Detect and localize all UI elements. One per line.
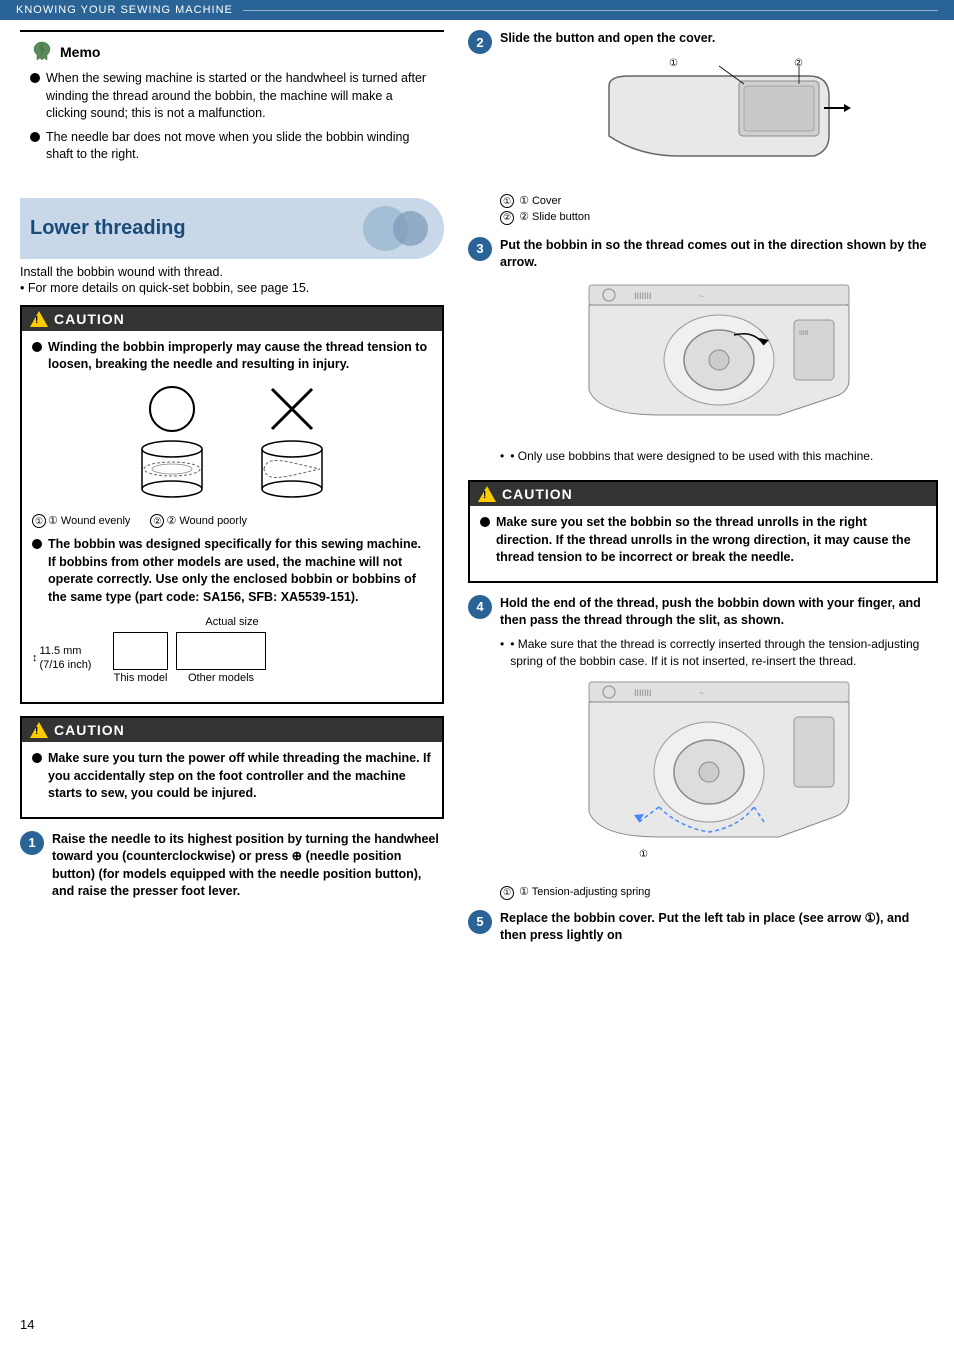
- lower-threading-title: Lower threading: [30, 217, 186, 240]
- page-number: 14: [20, 1317, 34, 1332]
- bobbin-good-drawing: [132, 434, 212, 504]
- caution2-item-1: Make sure you turn the power off while t…: [32, 750, 432, 803]
- step-4-text: Hold the end of the thread, push the bob…: [500, 596, 921, 628]
- memo-item-1: When the sewing machine is started or th…: [30, 70, 434, 123]
- install-text: Install the bobbin wound with thread.: [20, 265, 444, 279]
- caution1-list-2: The bobbin was designed specifically for…: [32, 536, 432, 606]
- bullet-2: [30, 132, 40, 142]
- step-3-circle: 3: [468, 237, 492, 261]
- label-circle-2: ②: [150, 514, 164, 528]
- step4-sub: • Make sure that the thread is correctly…: [500, 636, 938, 670]
- svg-text:IIIIIII: IIIIIII: [634, 688, 652, 698]
- step-3-text: Put the bobbin in so the thread comes ou…: [500, 238, 926, 270]
- caution3-list: Make sure you set the bobbin so the thre…: [480, 514, 926, 567]
- caution-triangle-1: [30, 311, 48, 327]
- bobbin-labels: ①① Wound evenly ②② Wound poorly: [32, 514, 432, 529]
- size-box-other-models: [176, 632, 266, 670]
- step2-slide-label: ② ② Slide button: [500, 210, 938, 225]
- caution-triangle-3: [478, 486, 496, 502]
- bobbin-bad-drawing: [252, 434, 332, 504]
- bobbin-bad-symbol: [267, 384, 317, 434]
- caution2-bullet-1: [32, 753, 42, 763]
- memo-box: Memo When the sewing machine is started …: [20, 30, 444, 180]
- bobbin-good-symbol: [147, 384, 197, 434]
- page: KNOWING YOUR SEWING MACHINE Memo: [0, 0, 954, 1348]
- lower-threading-header: Lower threading: [20, 198, 444, 259]
- svg-text:②: ②: [794, 58, 803, 69]
- install-sub: • For more details on quick-set bobbin, …: [20, 281, 444, 295]
- caution1-item-2: The bobbin was designed specifically for…: [32, 536, 432, 606]
- svg-text:IIIIIII: IIIIIII: [634, 291, 652, 301]
- caution-box-3: CAUTION Make sure you set the bobbin so …: [468, 480, 938, 583]
- memo-title: Memo: [30, 40, 434, 64]
- caution2-list: Make sure you turn the power off while t…: [32, 750, 432, 803]
- step-4-row: 4 Hold the end of the thread, push the b…: [468, 595, 938, 900]
- bobbin-bad: [252, 384, 332, 504]
- step3-sub: • Only use bobbins that were designed to…: [500, 448, 938, 465]
- step2-labels: ① ① Cover: [500, 194, 938, 209]
- step-1-row: 1 Raise the needle to its highest positi…: [20, 831, 444, 901]
- step-4-diagram: IIIIIII ~: [500, 677, 938, 877]
- step4-diagram-svg: IIIIIII ~: [579, 677, 859, 877]
- step-2-circle: 2: [468, 30, 492, 54]
- step-5-text: Replace the bobbin cover. Put the left t…: [500, 910, 938, 945]
- svg-text:IIIII: IIIII: [799, 330, 809, 337]
- size-diagram-title: Actual size: [32, 616, 432, 628]
- caution1-list: Winding the bobbin improperly may cause …: [32, 339, 432, 374]
- step-2-diagram: ① ②: [500, 56, 938, 186]
- step4-tension-label: ① ① Tension-adjusting spring: [500, 885, 938, 900]
- cover-diagram-svg: ① ②: [579, 56, 859, 186]
- caution-header-3: CAUTION: [470, 482, 936, 506]
- step-3-diagram: IIIIIII ~: [500, 280, 938, 440]
- caution-triangle-2: [30, 722, 48, 738]
- tension-spring-label: ①: [500, 886, 514, 900]
- step-5-circle: 5: [468, 910, 492, 934]
- memo-icon: [30, 40, 54, 64]
- step-1-text: Raise the needle to its highest position…: [52, 831, 444, 901]
- step2-cover-label: ①: [500, 194, 514, 208]
- right-column: 2 Slide the button and open the cover.: [460, 30, 954, 955]
- step3-diagram-svg: IIIIIII ~: [579, 280, 859, 440]
- memo-item-2: The needle bar does not move when you sl…: [30, 129, 434, 164]
- caution-box-1: CAUTION Winding the bobbin improperly ma…: [20, 305, 444, 705]
- caution1-bullet-2: [32, 539, 42, 549]
- caution-header-2: CAUTION: [22, 718, 442, 742]
- svg-text:①: ①: [639, 849, 648, 860]
- caution1-bullet-1: [32, 342, 42, 352]
- caution-header-1: CAUTION: [22, 307, 442, 331]
- size-label: ↕ 11.5 mm(7/16 inch): [32, 644, 107, 673]
- caution3-bullet-1: [480, 517, 490, 527]
- left-column: Memo When the sewing machine is started …: [0, 30, 460, 955]
- label-circle-1: ①: [32, 514, 46, 528]
- svg-text:①: ①: [669, 58, 678, 69]
- header-text: KNOWING YOUR SEWING MACHINE: [16, 4, 233, 16]
- step2-slide-btn-label: ②: [500, 211, 514, 225]
- decorative-circle-2: [393, 211, 428, 246]
- step-2-row: 2 Slide the button and open the cover.: [468, 30, 938, 225]
- this-model-label: This model: [113, 672, 168, 684]
- svg-text:~: ~: [699, 292, 704, 301]
- other-models-label: Other models: [176, 672, 266, 684]
- bobbin-diagrams: [32, 384, 432, 504]
- bullet-1: [30, 73, 40, 83]
- step-2-text: Slide the button and open the cover.: [500, 31, 715, 45]
- size-box-this-model: [113, 632, 168, 670]
- bobbin-good: [132, 384, 212, 504]
- header-bar: KNOWING YOUR SEWING MACHINE: [0, 0, 954, 20]
- step-1-circle: 1: [20, 831, 44, 855]
- memo-list: When the sewing machine is started or th…: [30, 70, 434, 164]
- step-4-circle: 4: [468, 595, 492, 619]
- caution1-item-1: Winding the bobbin improperly may cause …: [32, 339, 432, 374]
- caution-box-2: CAUTION Make sure you turn the power off…: [20, 716, 444, 819]
- size-diagram: Actual size ↕ 11.5 mm(7/16 inch): [32, 616, 432, 684]
- step-3-row: 3 Put the bobbin in so the thread comes …: [468, 237, 938, 471]
- caution3-item-1: Make sure you set the bobbin so the thre…: [480, 514, 926, 567]
- svg-text:~: ~: [699, 689, 704, 698]
- step-5-row: 5 Replace the bobbin cover. Put the left…: [468, 910, 938, 945]
